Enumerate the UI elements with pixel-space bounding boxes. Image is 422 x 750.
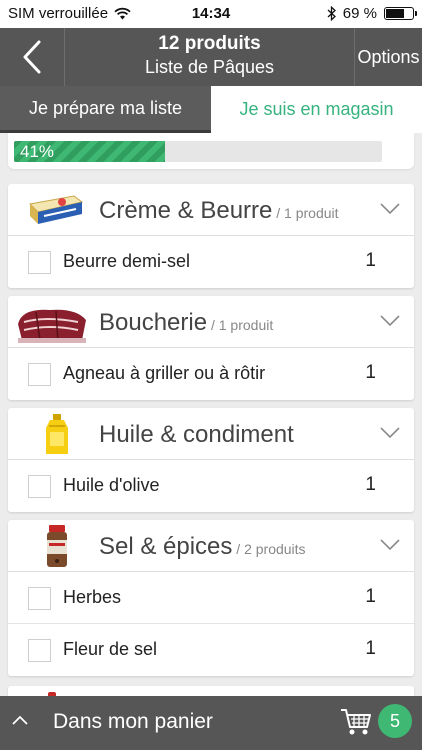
category-card-boucherie: Boucherie / 1 produit Agneau à griller o… <box>8 296 414 400</box>
category-title: Crème & Beurre / 1 produit <box>99 197 339 225</box>
item-checkbox[interactable] <box>28 639 51 662</box>
bluetooth-icon <box>327 6 336 21</box>
options-button[interactable]: Options <box>354 28 422 86</box>
chevron-down-icon[interactable] <box>380 203 400 215</box>
category-header[interactable]: Huile & condiment <box>8 408 414 460</box>
list-item[interactable]: Beurre demi-sel 1 <box>8 236 414 288</box>
chevron-down-icon[interactable] <box>380 427 400 439</box>
chevron-up-icon[interactable] <box>12 715 28 725</box>
progress-label: 41% <box>20 142 55 161</box>
list-item[interactable]: Agneau à griller ou à rôtir 1 <box>8 348 414 400</box>
category-name: Boucherie <box>99 309 208 336</box>
progress-bar: 41% <box>14 141 382 162</box>
item-checkbox[interactable] <box>28 251 51 274</box>
status-right: 69 % <box>327 5 417 22</box>
item-quantity: 1 <box>365 586 376 607</box>
category-card-creme-beurre: Crème & Beurre / 1 produit Beurre demi-s… <box>8 184 414 288</box>
item-checkbox[interactable] <box>28 587 51 610</box>
page-subtitle: Liste de Pâques <box>144 57 275 77</box>
category-count: / 1 produit <box>207 317 274 333</box>
battery-level <box>386 9 404 18</box>
category-name: Sel & épices <box>99 533 233 560</box>
tab-prepare-list[interactable]: Je prépare ma liste <box>0 86 211 133</box>
category-title: Huile & condiment <box>99 421 294 449</box>
cart-count-badge: 5 <box>378 704 412 738</box>
category-count: / 2 produits <box>232 541 306 557</box>
list-item[interactable]: Fleur de sel 1 <box>8 624 414 676</box>
spice-jar-icon <box>47 525 67 567</box>
battery-percent: 69 % <box>342 5 377 22</box>
item-name: Herbes <box>63 587 122 607</box>
cart-icon <box>341 709 371 735</box>
category-header[interactable]: Sel & épices / 2 produits <box>8 520 414 572</box>
item-name: Agneau à griller ou à rôtir <box>63 363 266 383</box>
mode-tabs: Je prépare ma liste Je suis en magasin <box>0 86 422 133</box>
category-title: Sel & épices / 2 produits <box>99 533 306 561</box>
chevron-left-icon <box>23 40 41 74</box>
page-title: 12 produits <box>158 33 261 54</box>
item-name: Beurre demi-sel <box>63 251 191 271</box>
progress-card: 41% <box>8 133 414 169</box>
item-quantity: 1 <box>365 474 376 495</box>
category-count: / 1 produit <box>272 205 339 221</box>
list-item[interactable]: Huile d'olive 1 <box>8 460 414 512</box>
category-name: Huile & condiment <box>99 421 294 448</box>
item-name: Huile d'olive <box>63 475 160 495</box>
status-bar: SIM verrouillée 14:34 69 % <box>0 0 422 28</box>
chevron-down-icon[interactable] <box>380 539 400 551</box>
item-name: Fleur de sel <box>63 639 158 659</box>
tab-in-store[interactable]: Je suis en magasin <box>211 86 422 133</box>
butter-icon <box>28 195 84 224</box>
meat-icon <box>18 309 86 343</box>
category-header[interactable]: Boucherie / 1 produit <box>8 296 414 348</box>
cart-bar[interactable]: Dans mon panier 5 <box>0 696 422 750</box>
category-card-huile-condiment: Huile & condiment Huile d'olive 1 <box>8 408 414 512</box>
category-header[interactable]: Crème & Beurre / 1 produit <box>8 184 414 236</box>
list-item[interactable]: Herbes 1 <box>8 572 414 624</box>
category-name: Crème & Beurre <box>99 197 273 224</box>
item-checkbox[interactable] <box>28 363 51 386</box>
battery-icon <box>384 7 417 20</box>
item-quantity: 1 <box>365 638 376 659</box>
item-quantity: 1 <box>365 250 376 271</box>
category-card-sel-epices: Sel & épices / 2 produits Herbes 1 Fleur… <box>8 520 414 676</box>
item-checkbox[interactable] <box>28 475 51 498</box>
nav-title-block: 12 produits Liste de Pâques <box>65 33 354 79</box>
cart-bar-label: Dans mon panier <box>53 710 213 733</box>
category-title: Boucherie / 1 produit <box>99 309 273 337</box>
oil-bottle-icon <box>46 414 68 454</box>
item-quantity: 1 <box>365 362 376 383</box>
chevron-down-icon[interactable] <box>380 315 400 327</box>
nav-bar: 12 produits Liste de Pâques Options <box>0 28 422 86</box>
back-button[interactable] <box>0 28 65 86</box>
